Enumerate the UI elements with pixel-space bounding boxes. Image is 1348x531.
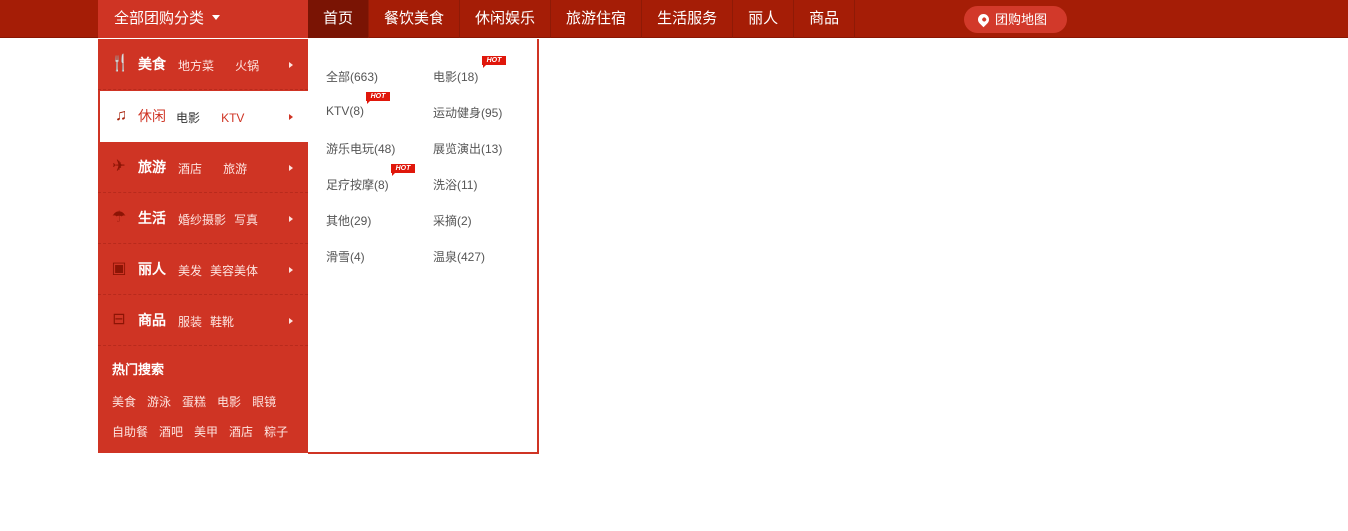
basket-icon: ⊟ [112,311,126,328]
subcategory-link[interactable]: 洗浴(11) [433,176,477,193]
hot-search-link[interactable]: 酒店 [229,425,253,439]
category-name: 旅游 [138,159,166,175]
subcategory-link[interactable]: 温泉(427) [433,248,485,265]
category-name: 丽人 [138,261,166,277]
music-note-icon: ♫ [115,107,127,124]
category-subs: 美发 美容美体 [178,244,266,298]
chevron-right-icon [289,165,293,171]
hot-tag: HOT [482,56,506,68]
hot-search-title: 热门搜索 [112,362,165,377]
subcategory-link[interactable]: 足疗按摩(8) HOT [326,164,415,193]
hot-search-link[interactable]: 自助餐 [112,425,148,439]
category-leisure[interactable]: ♫ 休闲 电影HKTV [100,91,336,145]
sub-link[interactable]: KTV [221,111,244,125]
hot-search-link[interactable]: 电影 [217,395,241,409]
chevron-right-icon [289,216,293,222]
airplane-icon: ✈ [112,158,126,175]
subcategory-link[interactable]: 全部(663) [326,68,378,85]
nav-travel[interactable]: 旅游住宿 [551,0,643,38]
category-subs: 地方菜H火锅 [178,39,340,93]
category-beauty[interactable]: ▣ 丽人 美发 美容美体 [98,244,308,295]
subcategory-link[interactable]: 其他(29) [326,212,371,229]
category-name: 美食 [138,56,166,72]
nav-goods[interactable]: 商品 [794,0,856,38]
subcategory-link[interactable]: KTV(8) HOT [326,92,390,118]
sub-link[interactable]: 电影 [176,111,200,125]
category-food[interactable]: 🍴 美食 地方菜H火锅 [98,39,340,93]
category-name: 休闲 [138,108,166,124]
nav-life[interactable]: 生活服务 [642,0,734,38]
chevron-right-icon [289,62,293,68]
sub-link[interactable]: 火锅 [235,59,259,73]
chevron-right-icon [289,114,293,120]
all-categories-label: 全部团购分类 [114,10,205,27]
hot-search-link[interactable]: 眼镜 [252,395,276,409]
caret-down-icon [212,15,221,20]
chevron-right-icon [289,318,293,324]
nav-food[interactable]: 餐饮美食 [369,0,461,38]
nav-beauty[interactable]: 丽人 [733,0,795,38]
sub-link[interactable]: 美发 [178,264,202,278]
category-life[interactable]: ☂ 生活 婚纱摄影 写真 [98,193,308,244]
sub-link[interactable]: 旅游 [223,162,247,176]
top-navigation-bar: 全部团购分类 首页 餐饮美食 休闲娱乐 旅游住宿 生活服务 丽人 商品 团购地图 [0,0,1348,38]
main-nav: 首页 餐饮美食 休闲娱乐 旅游住宿 生活服务 丽人 商品 [308,0,856,38]
map-pin-icon [975,11,992,28]
sub-link[interactable]: 写真 [234,213,258,227]
subcategory-link[interactable]: 采摘(2) [433,212,472,229]
hot-search-link[interactable]: 美食 [112,395,136,409]
nav-leisure[interactable]: 休闲娱乐 [460,0,552,38]
category-subs: 酒店H旅游 [178,142,318,196]
category-goods[interactable]: ⊟ 商品 服装 鞋靴 [98,295,308,346]
subcategory-link[interactable]: 运动健身(95) [433,104,502,121]
hot-search-line: 美食 游泳 蛋糕 电影 眼镜 [112,393,287,410]
sub-link[interactable]: 地方菜 [178,59,214,73]
sub-link[interactable]: 鞋靴 [210,315,234,329]
hot-tag: HOT [366,92,390,104]
subcategory-link[interactable]: 电影(18) HOT [433,56,506,85]
subcategory-link[interactable]: 展览演出(13) [433,140,502,157]
fork-knife-icon: 🍴 [110,55,130,72]
nav-home[interactable]: 首页 [308,0,370,38]
sub-link[interactable]: 服装 [178,315,202,329]
umbrella-icon: ☂ [111,209,127,226]
hot-search-line: 自助餐 酒吧 美甲 酒店 粽子 [112,423,299,440]
sub-link[interactable]: 婚纱摄影 [178,213,226,227]
sub-link[interactable]: 酒店 [178,162,202,176]
hot-search-link[interactable]: 蛋糕 [182,395,206,409]
subcategory-link[interactable]: 游乐电玩(48) [326,140,395,157]
hot-search-link[interactable]: 酒吧 [159,425,183,439]
category-subs: 服装 鞋靴 [178,295,242,349]
category-name: 生活 [138,210,166,226]
hot-search-link[interactable]: 游泳 [147,395,171,409]
group-buy-map-button[interactable]: 团购地图 [964,6,1067,33]
hot-search-link[interactable]: 美甲 [194,425,218,439]
chevron-right-icon [289,267,293,273]
map-button-label: 团购地图 [995,12,1048,27]
subcategory-label: KTV(8) [326,104,365,118]
subcategory-label: 电影(18) [433,70,479,84]
hot-search-link[interactable]: 粽子 [264,425,288,439]
category-name: 商品 [138,312,166,328]
perfume-bottle-icon: ▣ [111,260,127,277]
leisure-subcategory-panel: 全部(663) 电影(18) HOT KTV(8) HOT 运动健身(95) 游乐电… [308,39,539,454]
subcategory-label: 足疗按摩(8) [326,178,389,192]
hot-tag: HOT [391,164,415,176]
category-travel[interactable]: ✈ 旅游 酒店H旅游 [98,142,318,196]
category-sidebar: 🍴 美食 地方菜H火锅 ♫ 休闲 电影HKTV ✈ 旅游 酒店H旅游 ☂ 生活 … [98,39,340,453]
subcategory-link[interactable]: 滑雪(4) [326,248,365,265]
all-categories-toggle[interactable]: 全部团购分类 [98,0,308,38]
sub-link[interactable]: 美容美体 [210,264,258,278]
category-subs: 婚纱摄影 写真 [178,193,266,247]
category-subs: 电影HKTV [176,91,336,145]
